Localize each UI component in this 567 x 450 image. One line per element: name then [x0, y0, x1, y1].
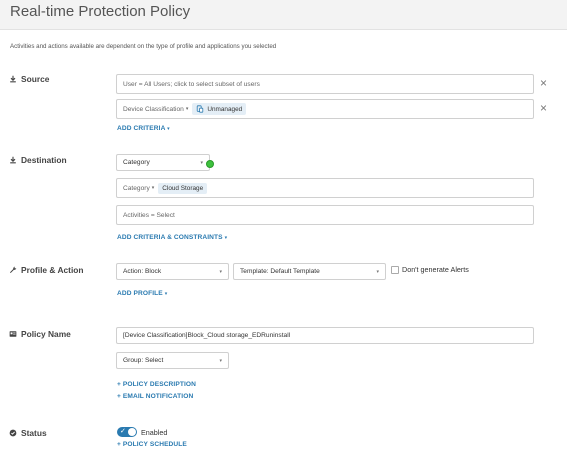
- remove-device-criteria-icon[interactable]: ×: [540, 102, 547, 114]
- destination-type-select[interactable]: Category ▾: [116, 154, 210, 171]
- add-profile-link[interactable]: ADD PROFILE ▾: [117, 290, 167, 297]
- policy-description-link[interactable]: + POLICY DESCRIPTION: [117, 381, 196, 388]
- destination-label: Destination: [21, 155, 67, 165]
- device-classification-label: Device Classification: [123, 105, 184, 113]
- chevron-down-icon: ▾: [164, 291, 168, 297]
- profile-action-section-label: Profile & Action: [9, 265, 84, 275]
- dont-generate-alerts-checkbox[interactable]: [391, 266, 399, 274]
- download-arrow-icon: [10, 156, 16, 164]
- enabled-label: Enabled: [141, 428, 168, 437]
- chevron-down-icon: ▾: [219, 268, 222, 275]
- status-section-label: Status: [9, 428, 47, 438]
- group-select[interactable]: Group: Select ▾: [116, 352, 229, 369]
- unmanaged-chip-label: Unmanaged: [207, 105, 243, 113]
- add-profile-label: ADD PROFILE: [117, 290, 163, 297]
- device-classification-field[interactable]: Device Classification ▾ Unmanaged: [116, 99, 534, 119]
- chevron-down-icon: ▾: [167, 126, 170, 132]
- device-icon: [197, 105, 204, 113]
- users-placeholder: User = All Users; click to select subset…: [123, 80, 260, 88]
- cloud-storage-chip[interactable]: Cloud Storage: [158, 182, 208, 194]
- policy-name-section-label: Policy Name: [9, 329, 71, 339]
- source-label: Source: [21, 74, 50, 84]
- template-select-value: Template: Default Template: [240, 268, 320, 275]
- toggle-knob: [128, 428, 136, 436]
- source-section-label: Source: [9, 74, 49, 84]
- chevron-down-icon: ▾: [185, 106, 189, 112]
- check-circle-icon: [9, 429, 17, 437]
- chevron-down-icon: ▾: [151, 185, 155, 191]
- action-select-value: Action: Block: [123, 268, 162, 275]
- enabled-toggle[interactable]: ✓: [117, 427, 137, 437]
- policy-schedule-link[interactable]: + POLICY SCHEDULE: [117, 441, 187, 448]
- profile-action-label: Profile & Action: [21, 265, 84, 275]
- page-subtitle: Activities and actions available are dep…: [10, 43, 277, 50]
- chevron-down-icon: ▾: [376, 268, 379, 275]
- activities-field[interactable]: Activities = Select: [116, 205, 534, 225]
- destination-type-value: Category: [123, 159, 150, 166]
- add-criteria-label: ADD CRITERIA: [117, 125, 166, 132]
- dont-generate-alerts-label: Don't generate Alerts: [402, 265, 469, 274]
- status-indicator-dot: [206, 160, 214, 168]
- page-title: Real-time Protection Policy: [10, 3, 191, 20]
- destination-section-label: Destination: [9, 155, 67, 165]
- add-criteria-link[interactable]: ADD CRITERIA ▾: [117, 125, 170, 132]
- chevron-down-icon: ▾: [224, 235, 228, 241]
- cloud-storage-chip-label: Cloud Storage: [162, 184, 204, 192]
- check-icon: ✓: [120, 428, 126, 435]
- action-select[interactable]: Action: Block ▾: [116, 263, 229, 280]
- group-select-value: Group: Select: [123, 357, 164, 364]
- category-field[interactable]: Category ▾ Cloud Storage: [116, 178, 534, 198]
- status-label: Status: [21, 428, 47, 438]
- policy-name-label: Policy Name: [21, 329, 71, 339]
- template-select[interactable]: Template: Default Template ▾: [233, 263, 386, 280]
- unmanaged-chip[interactable]: Unmanaged: [192, 103, 247, 115]
- activities-text: Activities = Select: [123, 211, 175, 219]
- add-criteria-constraints-label: ADD CRITERIA & CONSTRAINTS: [117, 234, 223, 241]
- chevron-down-icon: ▾: [200, 159, 203, 166]
- download-arrow-icon: [10, 75, 16, 83]
- remove-users-criteria-icon[interactable]: ×: [540, 77, 547, 89]
- page-header: Real-time Protection Policy: [0, 0, 567, 30]
- policy-name-input[interactable]: [Device Classification]Block_Cloud stora…: [116, 327, 534, 344]
- category-label: Category: [123, 184, 150, 192]
- email-notification-link[interactable]: + EMAIL NOTIFICATION: [117, 393, 193, 400]
- wrench-icon: [9, 266, 17, 274]
- id-card-icon: [9, 331, 17, 337]
- policy-name-value: [Device Classification]Block_Cloud stora…: [123, 332, 291, 339]
- chevron-down-icon: ▾: [219, 357, 222, 364]
- users-field[interactable]: User = All Users; click to select subset…: [116, 74, 534, 94]
- add-criteria-constraints-link[interactable]: ADD CRITERIA & CONSTRAINTS ▾: [117, 234, 227, 241]
